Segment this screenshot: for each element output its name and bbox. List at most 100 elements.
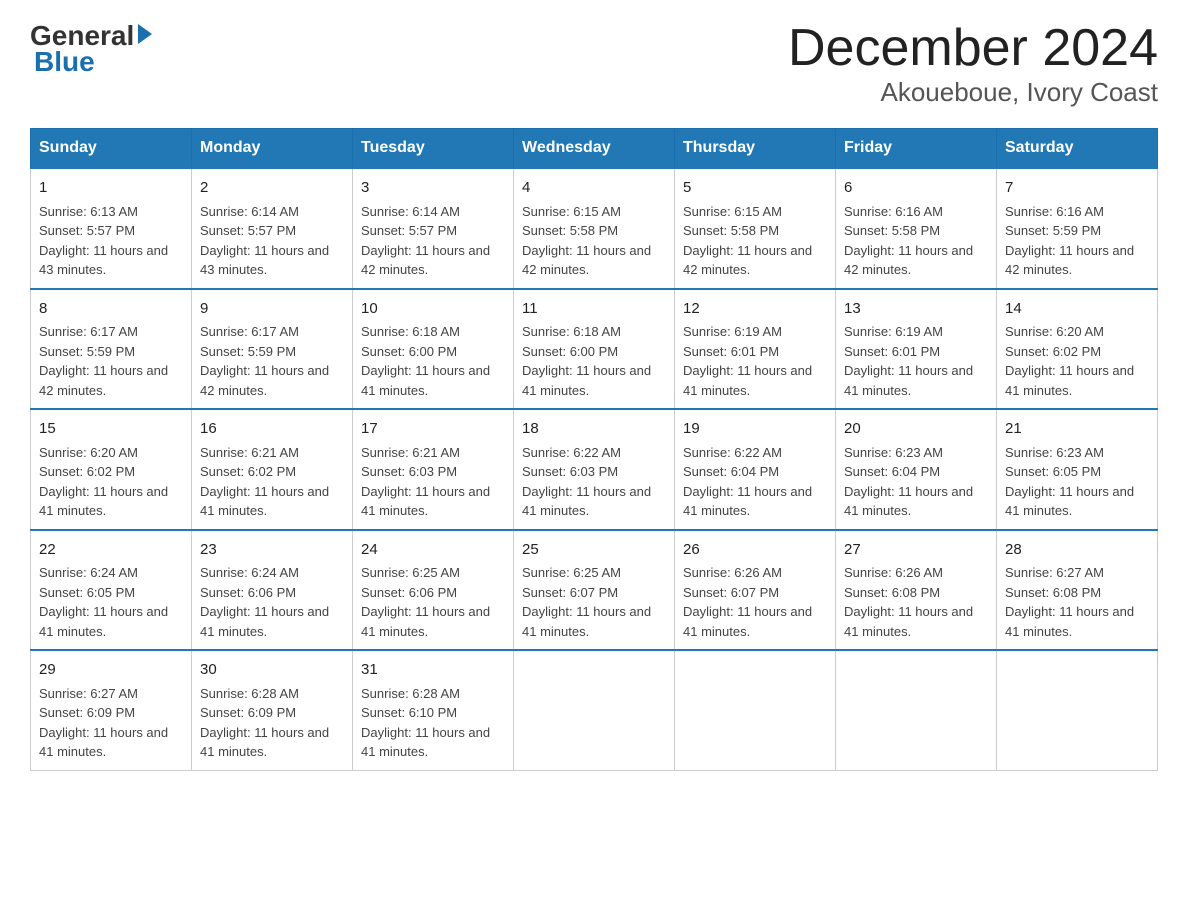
calendar-cell [836,650,997,770]
calendar-week-row: 15Sunrise: 6:20 AMSunset: 6:02 PMDayligh… [31,409,1158,530]
calendar-cell: 4Sunrise: 6:15 AMSunset: 5:58 PMDaylight… [514,168,675,289]
day-number: 16 [200,418,344,441]
calendar-cell: 10Sunrise: 6:18 AMSunset: 6:00 PMDayligh… [353,289,514,410]
day-number: 27 [844,539,988,562]
day-info: Sunrise: 6:20 AMSunset: 6:02 PMDaylight:… [1005,322,1149,400]
calendar-cell: 25Sunrise: 6:25 AMSunset: 6:07 PMDayligh… [514,530,675,651]
day-number: 25 [522,539,666,562]
day-number: 3 [361,177,505,200]
day-number: 8 [39,298,183,321]
logo-blue-text: Blue [34,46,95,78]
header-tuesday: Tuesday [353,129,514,169]
day-number: 5 [683,177,827,200]
day-number: 1 [39,177,183,200]
day-number: 23 [200,539,344,562]
calendar-week-row: 1Sunrise: 6:13 AMSunset: 5:57 PMDaylight… [31,168,1158,289]
header-friday: Friday [836,129,997,169]
day-number: 10 [361,298,505,321]
day-info: Sunrise: 6:23 AMSunset: 6:05 PMDaylight:… [1005,443,1149,521]
calendar-cell: 19Sunrise: 6:22 AMSunset: 6:04 PMDayligh… [675,409,836,530]
calendar-cell: 5Sunrise: 6:15 AMSunset: 5:58 PMDaylight… [675,168,836,289]
calendar-cell: 30Sunrise: 6:28 AMSunset: 6:09 PMDayligh… [192,650,353,770]
calendar-cell: 3Sunrise: 6:14 AMSunset: 5:57 PMDaylight… [353,168,514,289]
calendar-cell: 26Sunrise: 6:26 AMSunset: 6:07 PMDayligh… [675,530,836,651]
day-info: Sunrise: 6:21 AMSunset: 6:03 PMDaylight:… [361,443,505,521]
day-info: Sunrise: 6:14 AMSunset: 5:57 PMDaylight:… [200,202,344,280]
day-number: 4 [522,177,666,200]
day-number: 14 [1005,298,1149,321]
day-number: 9 [200,298,344,321]
day-info: Sunrise: 6:24 AMSunset: 6:06 PMDaylight:… [200,563,344,641]
calendar-cell [675,650,836,770]
calendar-title: December 2024 [788,20,1158,77]
day-info: Sunrise: 6:19 AMSunset: 6:01 PMDaylight:… [683,322,827,400]
calendar-cell: 22Sunrise: 6:24 AMSunset: 6:05 PMDayligh… [31,530,192,651]
header-thursday: Thursday [675,129,836,169]
day-number: 2 [200,177,344,200]
day-number: 31 [361,659,505,682]
day-number: 12 [683,298,827,321]
day-info: Sunrise: 6:20 AMSunset: 6:02 PMDaylight:… [39,443,183,521]
calendar-cell: 28Sunrise: 6:27 AMSunset: 6:08 PMDayligh… [997,530,1158,651]
calendar-cell: 14Sunrise: 6:20 AMSunset: 6:02 PMDayligh… [997,289,1158,410]
header-monday: Monday [192,129,353,169]
day-info: Sunrise: 6:28 AMSunset: 6:09 PMDaylight:… [200,684,344,762]
logo-arrow-icon [138,24,152,44]
day-info: Sunrise: 6:22 AMSunset: 6:04 PMDaylight:… [683,443,827,521]
day-number: 26 [683,539,827,562]
day-number: 17 [361,418,505,441]
calendar-cell: 18Sunrise: 6:22 AMSunset: 6:03 PMDayligh… [514,409,675,530]
calendar-cell: 12Sunrise: 6:19 AMSunset: 6:01 PMDayligh… [675,289,836,410]
day-number: 19 [683,418,827,441]
calendar-cell: 24Sunrise: 6:25 AMSunset: 6:06 PMDayligh… [353,530,514,651]
calendar-subtitle: Akoueboue, Ivory Coast [788,77,1158,108]
day-number: 18 [522,418,666,441]
day-number: 30 [200,659,344,682]
calendar-week-row: 29Sunrise: 6:27 AMSunset: 6:09 PMDayligh… [31,650,1158,770]
calendar-cell: 27Sunrise: 6:26 AMSunset: 6:08 PMDayligh… [836,530,997,651]
day-info: Sunrise: 6:18 AMSunset: 6:00 PMDaylight:… [522,322,666,400]
calendar-table: SundayMondayTuesdayWednesdayThursdayFrid… [30,128,1158,771]
calendar-cell: 1Sunrise: 6:13 AMSunset: 5:57 PMDaylight… [31,168,192,289]
calendar-cell: 9Sunrise: 6:17 AMSunset: 5:59 PMDaylight… [192,289,353,410]
day-info: Sunrise: 6:16 AMSunset: 5:59 PMDaylight:… [1005,202,1149,280]
calendar-cell [997,650,1158,770]
day-number: 29 [39,659,183,682]
day-info: Sunrise: 6:13 AMSunset: 5:57 PMDaylight:… [39,202,183,280]
calendar-header-row: SundayMondayTuesdayWednesdayThursdayFrid… [31,129,1158,169]
calendar-cell: 16Sunrise: 6:21 AMSunset: 6:02 PMDayligh… [192,409,353,530]
title-section: December 2024 Akoueboue, Ivory Coast [788,20,1158,108]
day-info: Sunrise: 6:25 AMSunset: 6:06 PMDaylight:… [361,563,505,641]
day-info: Sunrise: 6:23 AMSunset: 6:04 PMDaylight:… [844,443,988,521]
day-number: 13 [844,298,988,321]
calendar-cell: 2Sunrise: 6:14 AMSunset: 5:57 PMDaylight… [192,168,353,289]
calendar-cell: 17Sunrise: 6:21 AMSunset: 6:03 PMDayligh… [353,409,514,530]
calendar-cell: 20Sunrise: 6:23 AMSunset: 6:04 PMDayligh… [836,409,997,530]
day-info: Sunrise: 6:14 AMSunset: 5:57 PMDaylight:… [361,202,505,280]
day-number: 22 [39,539,183,562]
logo: General Blue [30,20,152,78]
header-sunday: Sunday [31,129,192,169]
day-info: Sunrise: 6:16 AMSunset: 5:58 PMDaylight:… [844,202,988,280]
day-info: Sunrise: 6:15 AMSunset: 5:58 PMDaylight:… [522,202,666,280]
calendar-cell: 11Sunrise: 6:18 AMSunset: 6:00 PMDayligh… [514,289,675,410]
header-wednesday: Wednesday [514,129,675,169]
calendar-week-row: 22Sunrise: 6:24 AMSunset: 6:05 PMDayligh… [31,530,1158,651]
calendar-cell: 29Sunrise: 6:27 AMSunset: 6:09 PMDayligh… [31,650,192,770]
day-info: Sunrise: 6:22 AMSunset: 6:03 PMDaylight:… [522,443,666,521]
day-info: Sunrise: 6:25 AMSunset: 6:07 PMDaylight:… [522,563,666,641]
day-number: 28 [1005,539,1149,562]
day-info: Sunrise: 6:28 AMSunset: 6:10 PMDaylight:… [361,684,505,762]
day-number: 6 [844,177,988,200]
calendar-cell: 7Sunrise: 6:16 AMSunset: 5:59 PMDaylight… [997,168,1158,289]
header-saturday: Saturday [997,129,1158,169]
calendar-cell: 15Sunrise: 6:20 AMSunset: 6:02 PMDayligh… [31,409,192,530]
day-number: 20 [844,418,988,441]
day-info: Sunrise: 6:15 AMSunset: 5:58 PMDaylight:… [683,202,827,280]
day-info: Sunrise: 6:27 AMSunset: 6:09 PMDaylight:… [39,684,183,762]
day-number: 24 [361,539,505,562]
day-info: Sunrise: 6:26 AMSunset: 6:08 PMDaylight:… [844,563,988,641]
calendar-cell [514,650,675,770]
calendar-cell: 31Sunrise: 6:28 AMSunset: 6:10 PMDayligh… [353,650,514,770]
calendar-week-row: 8Sunrise: 6:17 AMSunset: 5:59 PMDaylight… [31,289,1158,410]
